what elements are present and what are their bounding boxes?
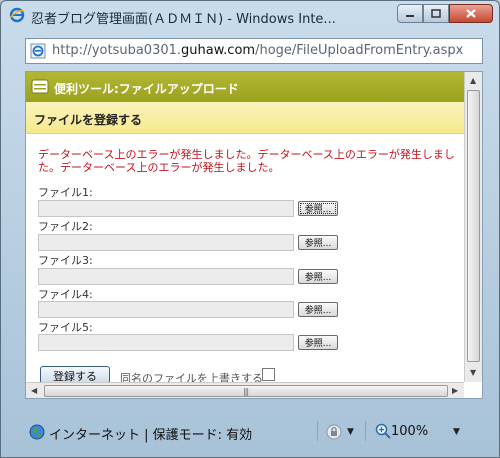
zoom-icon[interactable]	[375, 423, 391, 439]
file2-label: ファイル2:	[38, 220, 93, 233]
status-separator	[365, 421, 366, 441]
grip-icon: |||	[243, 387, 249, 396]
file3-label: ファイル3:	[38, 254, 93, 267]
error-message: データーベース上のエラーが発生しました。データーベース上のエラーが発生しました。…	[38, 148, 455, 174]
zoom-dropdown-icon[interactable]: ▼	[453, 427, 460, 437]
page-icon	[30, 43, 46, 59]
url-text[interactable]: http://yotsuba0301.guhaw.com/hoge/FileUp…	[52, 43, 480, 58]
file4-input[interactable]	[38, 301, 294, 318]
scroll-up-icon[interactable]: ▲	[470, 76, 476, 85]
toolbox-icon	[31, 79, 49, 94]
tool-header: 便利ツール:ファイルアップロード	[26, 72, 464, 102]
zoom-level[interactable]: 100%	[391, 424, 428, 439]
ie-icon	[9, 7, 25, 23]
address-bar[interactable]: http://yotsuba0301.guhaw.com/hoge/FileUp…	[25, 38, 483, 64]
scroll-left-icon[interactable]: ◀	[31, 386, 37, 395]
window-title: 忍者ブログ管理画面(ＡＤＭＩＮ) - Windows Inte...	[31, 12, 336, 27]
horizontal-scroll-thumb[interactable]: |||	[44, 385, 448, 397]
file5-label: ファイル5:	[38, 321, 93, 334]
section-header: ファイルを登録する	[26, 102, 464, 134]
file2-input[interactable]	[38, 234, 294, 251]
close-button[interactable]	[449, 4, 493, 23]
minimize-button[interactable]	[397, 4, 423, 23]
maximize-button[interactable]	[423, 4, 449, 23]
horizontal-scrollbar[interactable]: ◀ ||| ▶	[26, 382, 464, 398]
browser-window: 忍者ブログ管理画面(ＡＤＭＩＮ) - Windows Inte... http:…	[0, 0, 500, 458]
file1-label: ファイル1:	[38, 186, 93, 199]
maximize-icon	[431, 9, 441, 18]
status-bar: インターネット | 保護モード: 有効 ▼ 100% ▼	[19, 419, 493, 445]
tool-title: 便利ツール:ファイルアップロード	[54, 82, 239, 96]
file4-browse-button[interactable]: 参照...	[298, 302, 338, 317]
protected-mode-icon[interactable]	[325, 423, 343, 441]
status-separator	[317, 421, 318, 441]
close-icon	[466, 9, 476, 18]
file1-input[interactable]	[38, 200, 294, 217]
vertical-scrollbar[interactable]: ▲ ▼	[464, 72, 482, 382]
scroll-down-icon[interactable]: ▼	[470, 368, 476, 377]
file2-browse-button[interactable]: 参照...	[298, 235, 338, 250]
vertical-scroll-thumb[interactable]	[467, 90, 480, 362]
title-bar[interactable]: 忍者ブログ管理画面(ＡＤＭＩＮ) - Windows Inte...	[1, 1, 499, 31]
file3-input[interactable]	[38, 268, 294, 285]
scroll-right-icon[interactable]: ▶	[452, 386, 458, 395]
section-title: ファイルを登録する	[34, 113, 143, 127]
globe-icon	[29, 424, 45, 440]
minimize-icon	[406, 14, 414, 17]
file3-browse-button[interactable]: 参照...	[298, 269, 338, 284]
file5-browse-button[interactable]: 参照...	[298, 335, 338, 350]
file1-browse-button[interactable]: 参照...	[298, 201, 338, 216]
file5-input[interactable]	[38, 334, 294, 351]
security-zone-text: インターネット | 保護モード: 有効	[49, 428, 253, 443]
file4-label: ファイル4:	[38, 288, 93, 301]
page-content: 便利ツール:ファイルアップロード ファイルを登録する データーベース上のエラーが…	[25, 71, 483, 399]
protected-mode-dropdown-icon[interactable]: ▼	[347, 427, 354, 437]
overwrite-checkbox[interactable]	[262, 368, 275, 381]
